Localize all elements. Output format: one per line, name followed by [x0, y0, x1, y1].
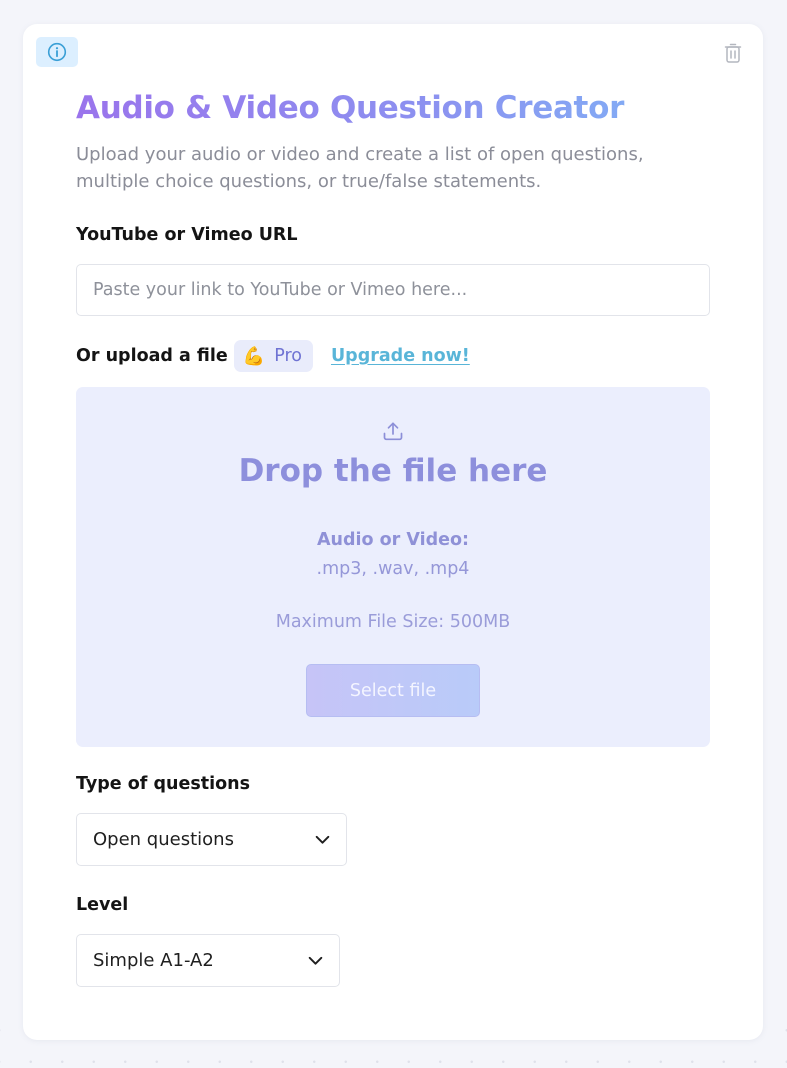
form-content: Audio & Video Question Creator Upload yo…: [76, 84, 710, 987]
page-subtitle: Upload your audio or video and create a …: [76, 144, 644, 192]
info-button[interactable]: [36, 37, 78, 67]
select-file-button[interactable]: Select file: [306, 664, 480, 717]
question-type-label: Type of questions: [76, 774, 251, 794]
info-icon: [47, 42, 67, 62]
question-type-value: Open questions: [93, 829, 234, 850]
level-value: Simple A1-A2: [93, 950, 214, 971]
upload-header: Or upload a file 💪 Pro Upgrade now!: [76, 340, 470, 372]
upload-icon: [383, 422, 403, 441]
chevron-down-icon: [315, 835, 330, 844]
question-creator-card: Audio & Video Question Creator Upload yo…: [23, 24, 763, 1040]
accepted-extensions: .mp3, .wav, .mp4: [316, 559, 470, 579]
pro-badge: 💪 Pro: [233, 340, 313, 372]
level-select[interactable]: Simple A1-A2: [76, 934, 340, 987]
pro-badge-label: Pro: [274, 346, 302, 366]
trash-icon: [724, 43, 742, 63]
flexed-biceps-icon: 💪: [242, 345, 266, 367]
max-file-size: Maximum File Size: 500MB: [275, 612, 511, 632]
url-input[interactable]: [76, 264, 710, 316]
chevron-down-icon: [308, 956, 323, 965]
accepted-type-heading: Audio or Video:: [316, 530, 470, 550]
file-dropzone[interactable]: Drop the file here Audio or Video: .mp3,…: [76, 387, 710, 747]
question-type-select[interactable]: Open questions: [76, 813, 347, 866]
upload-label: Or upload a file: [76, 346, 228, 366]
page-title: Audio & Video Question Creator: [76, 84, 710, 132]
delete-button[interactable]: [722, 40, 744, 66]
level-label: Level: [76, 895, 129, 915]
url-field-label: YouTube or Vimeo URL: [76, 225, 298, 245]
dropzone-title: Drop the file here: [238, 453, 548, 489]
upgrade-link[interactable]: Upgrade now!: [331, 346, 470, 366]
